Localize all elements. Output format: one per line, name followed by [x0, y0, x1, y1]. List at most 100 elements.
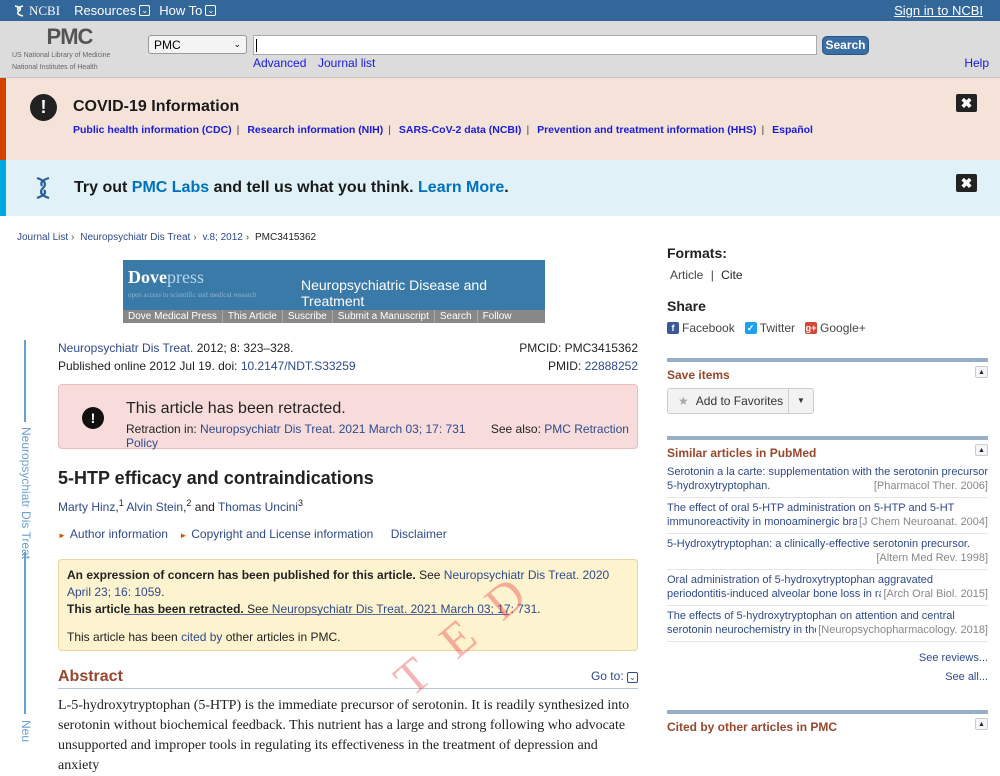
learn-more-link[interactable]: Learn More [418, 179, 504, 196]
similar-article-item[interactable]: The effect of oral 5-HTP administration … [667, 498, 988, 534]
pmc-header: PMC US National Library of Medicine Nati… [0, 21, 1000, 78]
share-facebook[interactable]: f Facebook [667, 321, 735, 335]
affiliation-ref[interactable]: 1 [119, 498, 124, 508]
breadcrumb-journal[interactable]: Neuropsychiatr Dis Treat [80, 232, 190, 243]
cdc-link[interactable]: Public health information (CDC) [73, 124, 232, 136]
banner-nav-subscribe[interactable]: Suscribe [283, 310, 333, 323]
twitter-label: Twitter [759, 321, 796, 335]
espanol-link[interactable]: Español [772, 124, 813, 136]
close-covid-banner-button[interactable]: ✖ [956, 94, 977, 112]
collapse-similar-articles-button[interactable]: ▲ [975, 444, 988, 456]
retraction-notice: ! This article has been retracted. Retra… [58, 384, 638, 450]
format-article[interactable]: Article [670, 268, 703, 282]
cited-by-line: This article has been cited by other art… [67, 629, 340, 646]
how-to-menu[interactable]: How To ⌄ [159, 3, 217, 18]
database-select[interactable]: PMC ⌄ [148, 35, 247, 54]
author-information-toggle[interactable]: ► Author information [58, 527, 168, 541]
banner-nav-submit[interactable]: Submit a Manuscript [333, 310, 435, 323]
portlet-divider [667, 710, 988, 714]
copyright-info-toggle[interactable]: ► Copyright and License information [179, 527, 373, 541]
see-reviews-link[interactable]: See reviews... [667, 652, 988, 664]
resources-menu[interactable]: Resources ⌄ [74, 3, 151, 18]
brand-light: press [167, 267, 204, 287]
hhs-link[interactable]: Prevention and treatment information (HH… [537, 124, 756, 136]
ncbi-logo-text: NCBI [29, 2, 61, 18]
triangle-up-icon: ▲ [978, 369, 985, 376]
breadcrumb-volume[interactable]: v.8; 2012 [202, 232, 242, 243]
author-link[interactable]: Alvin Stein [126, 500, 183, 514]
search-button[interactable]: Search [822, 36, 869, 55]
breadcrumb-journal-list[interactable]: Journal List [17, 232, 68, 243]
favorites-dropdown-toggle[interactable]: ▼ [789, 389, 813, 413]
share-google-plus[interactable]: g+ Google+ [805, 321, 866, 335]
format-cite[interactable]: Cite [721, 268, 742, 282]
advanced-search-link[interactable]: Advanced [253, 56, 306, 70]
breadcrumb: Journal List › Neuropsychiatr Dis Treat › … [17, 232, 317, 243]
add-to-favorites-button[interactable]: ★ Add to Favorites ▼ [667, 388, 814, 414]
pmc-labs-link[interactable]: PMC Labs [132, 179, 209, 196]
chevron-down-icon: ⌄ [139, 5, 151, 16]
covid-banner: ! COVID-19 Information Public health inf… [0, 78, 1000, 160]
banner-nav-dove-medical-press[interactable]: Dove Medical Press [123, 310, 223, 323]
affiliation-ref[interactable]: 2 [186, 498, 191, 508]
search-input[interactable] [253, 35, 817, 55]
sign-in-link[interactable]: Sign in to NCBI [894, 3, 983, 18]
cited-by-portlet: ▲ Cited by other articles in PMC [667, 710, 988, 734]
dovepress-tagline: open access to scientific and medical re… [128, 291, 257, 299]
similar-article-item[interactable]: Serotonin a la carte: supplementation wi… [667, 462, 988, 498]
facebook-label: Facebook [682, 321, 735, 335]
author-link[interactable]: Thomas Uncini [218, 500, 298, 514]
disclaimer-link[interactable]: Disclaimer [391, 527, 447, 541]
text-cursor [256, 39, 257, 52]
side-journal-label-2[interactable]: Neu [19, 720, 33, 742]
journal-link[interactable]: Neuropsychiatr Dis Treat. [58, 341, 193, 355]
banner-nav-search[interactable]: Search [435, 310, 478, 323]
banner-nav-follow[interactable]: Follow [478, 310, 517, 323]
portlet-divider [667, 358, 988, 362]
banner-nav-this-article[interactable]: This Article [223, 310, 283, 323]
nih-link[interactable]: Research information (NIH) [247, 124, 383, 136]
ncbi-data-link[interactable]: SARS-CoV-2 data (NCBI) [399, 124, 522, 136]
star-icon: ★ [678, 394, 689, 408]
pmid-label: PMID: [547, 359, 585, 373]
similar-article-item[interactable]: The effects of 5-hydroxytryptophan on at… [667, 606, 988, 642]
google-plus-label: Google+ [820, 321, 866, 335]
labs-text-pre: Try out [74, 179, 132, 196]
retraction-in-link[interactable]: Neuropsychiatr Dis Treat. 2021 March 03;… [200, 422, 465, 436]
close-labs-banner-button[interactable]: ✖ [956, 174, 977, 192]
collapse-cited-by-button[interactable]: ▲ [975, 718, 988, 730]
share-section: Share f Facebook ✓ Twitter g+ Google+ [667, 298, 988, 335]
affiliation-ref[interactable]: 3 [298, 498, 303, 508]
pmc-logo[interactable]: PMC US National Library of Medicine Nati… [12, 25, 127, 73]
similar-articles-portlet: ▲ Similar articles in PubMed Serotonin a… [667, 436, 988, 683]
add-to-favorites-main[interactable]: ★ Add to Favorites [668, 389, 789, 413]
divider [124, 614, 509, 615]
journal-list-link[interactable]: Journal list [318, 56, 375, 70]
chevron-down-icon: ⌄ [233, 39, 241, 49]
concern-bold: An expression of concern has been publis… [67, 568, 416, 582]
pmid-link[interactable]: 22888252 [585, 359, 638, 373]
doi-link[interactable]: 10.2147/NDT.S33259 [241, 359, 356, 373]
how-to-label: How To [159, 3, 203, 18]
goto-menu[interactable]: Go to: ⌄ [591, 669, 638, 683]
dovepress-logo: Dovepress [128, 267, 204, 288]
side-journal-label[interactable]: Neuropsychiatr Dis Treat [19, 427, 33, 559]
see-all-link[interactable]: See all... [667, 671, 988, 683]
pmc-logo-mark: PMC [46, 24, 94, 49]
journal-name: Neuropsychiatric Disease and Treatment [301, 277, 487, 309]
similar-articles-heading: Similar articles in PubMed [667, 446, 817, 460]
help-link[interactable]: Help [964, 56, 989, 70]
labs-text-post: . [504, 179, 509, 196]
cited-post: other articles in PMC. [222, 630, 341, 644]
abstract-heading: Abstract [58, 668, 123, 685]
ncbi-logo[interactable]: NCBI [12, 3, 60, 19]
similar-article-item[interactable]: Oral administration of 5-hydroxytryptoph… [667, 570, 988, 606]
similar-article-item[interactable]: 5-Hydroxytryptophan: a clinically-effect… [667, 534, 988, 570]
journal-banner[interactable]: Dovepress open access to scientific and … [123, 260, 545, 323]
share-twitter[interactable]: ✓ Twitter [744, 321, 796, 335]
ncbi-top-bar: NCBI Resources ⌄ How To ⌄ Sign in to NCB… [0, 0, 1000, 21]
author-link[interactable]: Marty Hinz [58, 500, 115, 514]
collapse-save-items-button[interactable]: ▲ [975, 366, 988, 378]
cited-by-link[interactable]: cited by [181, 630, 222, 644]
retraction-title: This article has been retracted. [126, 400, 346, 417]
